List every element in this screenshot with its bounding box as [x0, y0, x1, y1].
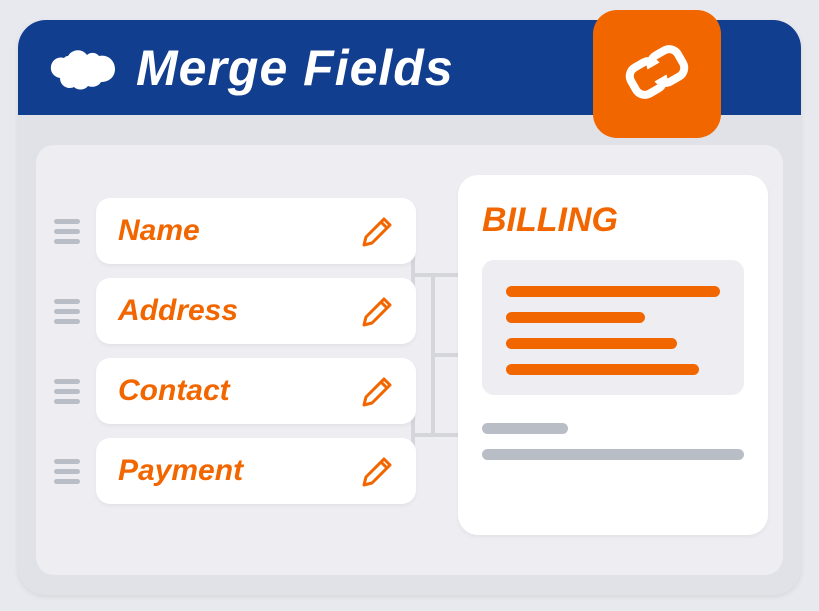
card-header: Merge Fields	[18, 20, 801, 115]
field-label: Contact	[118, 374, 230, 408]
preview-title: BILLING	[482, 201, 744, 240]
preview-line	[506, 338, 677, 349]
field-row: Name	[54, 198, 416, 264]
preview-line	[506, 286, 720, 297]
drag-handle-icon[interactable]	[54, 219, 80, 244]
field-row: Address	[54, 278, 416, 344]
field-row: Payment	[54, 438, 416, 504]
drag-handle-icon[interactable]	[54, 459, 80, 484]
pencil-icon[interactable]	[362, 295, 394, 327]
fields-column: Name Address Contact	[36, 143, 416, 567]
pencil-icon[interactable]	[362, 375, 394, 407]
drag-handle-icon[interactable]	[54, 379, 80, 404]
merge-fields-card: Merge Fields	[18, 20, 801, 595]
field-label: Address	[118, 294, 238, 328]
salesforce-cloud-icon	[48, 44, 118, 92]
field-row: Contact	[54, 358, 416, 424]
drag-handle-icon[interactable]	[54, 299, 80, 324]
field-label: Payment	[118, 454, 243, 488]
preview-line	[506, 364, 699, 375]
field-name[interactable]: Name	[96, 198, 416, 264]
field-label: Name	[118, 214, 200, 248]
preview-line	[506, 312, 645, 323]
card-body: Name Address Contact	[18, 115, 801, 595]
field-contact[interactable]: Contact	[96, 358, 416, 424]
preview-footer-line	[482, 423, 568, 434]
pencil-icon[interactable]	[362, 455, 394, 487]
field-address[interactable]: Address	[96, 278, 416, 344]
preview-card: BILLING	[458, 175, 768, 535]
link-icon	[618, 33, 696, 116]
preview-footer-line	[482, 449, 744, 460]
page-title: Merge Fields	[136, 39, 454, 97]
pencil-icon[interactable]	[362, 215, 394, 247]
preview-content-block	[482, 260, 744, 395]
field-payment[interactable]: Payment	[96, 438, 416, 504]
